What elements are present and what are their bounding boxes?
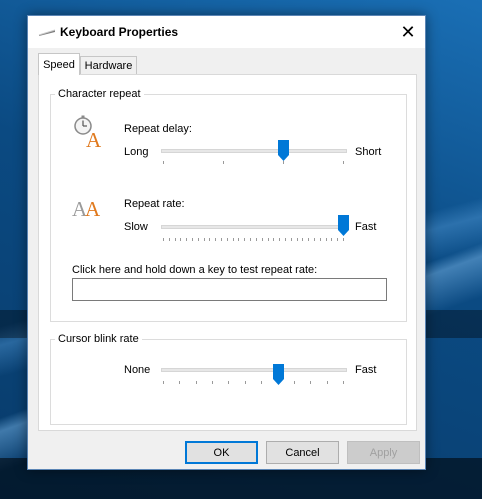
close-button[interactable]: ✕ (391, 16, 425, 48)
slider-tick (256, 238, 257, 241)
double-letter-a-icon: A A (72, 197, 101, 219)
repeat-delay-label: Repeat delay: (124, 123, 192, 135)
slider-tick (245, 381, 246, 384)
slider-tick (209, 238, 210, 241)
slider-tick (268, 238, 269, 241)
cancel-button[interactable]: Cancel (266, 441, 339, 464)
slider-tick (294, 381, 295, 384)
slider-tick (215, 238, 216, 241)
character-repeat-group-label: Character repeat (55, 88, 144, 100)
slider-tick (297, 238, 298, 241)
cursor-blink-rate-ticks (163, 381, 344, 385)
tab-hardware-label: Hardware (84, 60, 133, 72)
cursor-blink-rate-group-label: Cursor blink rate (55, 333, 142, 345)
repeat-delay-max-label: Short (355, 146, 382, 158)
test-repeat-rate-label: Click here and hold down a key to test r… (72, 264, 318, 276)
slider-tick (327, 381, 328, 384)
ok-button[interactable]: OK (185, 441, 258, 464)
repeat-delay-slider-thumb[interactable] (278, 140, 289, 161)
repeat-rate-min-label: Slow (124, 221, 148, 233)
repeat-rate-max-label: Fast (355, 221, 377, 233)
slider-tick (227, 238, 228, 241)
repeat-rate-slider-thumb[interactable] (338, 215, 349, 236)
slider-tick (198, 238, 199, 241)
tab-speed-label: Speed (43, 58, 75, 71)
slider-tick (331, 238, 332, 241)
slider-tick (175, 238, 176, 241)
cursor-blink-min-label: None (124, 364, 151, 376)
slider-tick (302, 238, 303, 241)
tab-speed[interactable]: Speed (38, 53, 80, 75)
repeat-delay-slider[interactable] (161, 149, 347, 153)
slider-tick (337, 238, 338, 241)
cursor-blink-rate-slider[interactable] (161, 368, 347, 372)
slider-tick (291, 238, 292, 241)
title-bar[interactable]: Keyboard Properties ✕ (28, 16, 425, 48)
slider-tick (163, 238, 164, 241)
repeat-rate-slider[interactable] (161, 225, 347, 229)
slider-tick (233, 238, 234, 241)
slider-tick (283, 161, 284, 164)
svg-text:A: A (86, 128, 102, 149)
window-title: Keyboard Properties (60, 25, 179, 39)
slider-tick (285, 238, 286, 241)
slider-tick (238, 238, 239, 241)
slider-tick (262, 238, 263, 241)
cursor-blink-max-label: Fast (355, 364, 377, 376)
slider-tick (221, 238, 222, 241)
slider-tick (343, 381, 344, 384)
apply-button[interactable]: Apply (347, 441, 420, 464)
slider-tick (163, 161, 164, 164)
slider-tick (320, 238, 321, 241)
slider-tick (204, 238, 205, 241)
slider-tick (223, 161, 224, 164)
slider-tick (196, 381, 197, 384)
slider-tick (279, 238, 280, 241)
slider-tick (169, 238, 170, 241)
slider-tick (180, 238, 181, 241)
slider-tick (343, 161, 344, 164)
slider-tick (163, 381, 164, 384)
slider-tick (261, 381, 262, 384)
slider-tick (310, 381, 311, 384)
repeat-rate-ticks (163, 238, 344, 242)
slider-tick (314, 238, 315, 241)
slider-tick (212, 381, 213, 384)
slider-tick (308, 238, 309, 241)
keyboard-properties-dialog: Keyboard Properties ✕ Speed Hardware Cha… (27, 15, 426, 470)
slider-tick (244, 238, 245, 241)
stopwatch-letter-a-icon: A (74, 115, 102, 149)
tab-hardware[interactable]: Hardware (80, 56, 137, 75)
test-repeat-rate-input[interactable] (72, 278, 387, 301)
keyboard-icon (38, 29, 56, 36)
close-icon: ✕ (400, 21, 416, 42)
slider-tick (326, 238, 327, 241)
speed-tab-panel: Character repeat A Repeat delay: Long Sh… (38, 74, 417, 431)
slider-tick (186, 238, 187, 241)
repeat-rate-label: Repeat rate: (124, 198, 185, 210)
cursor-blink-rate-slider-thumb[interactable] (273, 364, 284, 385)
slider-tick (192, 238, 193, 241)
slider-tick (179, 381, 180, 384)
slider-tick (250, 238, 251, 241)
repeat-delay-min-label: Long (124, 146, 149, 158)
slider-tick (228, 381, 229, 384)
slider-tick (343, 238, 344, 241)
repeat-delay-ticks (163, 161, 344, 165)
svg-text:A: A (85, 197, 101, 219)
slider-tick (273, 238, 274, 241)
